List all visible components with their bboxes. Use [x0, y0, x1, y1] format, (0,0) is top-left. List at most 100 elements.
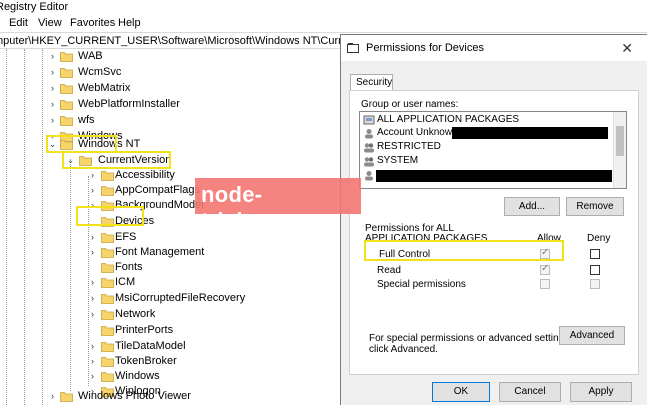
folder-icon — [60, 99, 73, 110]
folder-icon — [101, 356, 114, 367]
highlight-devices — [76, 206, 144, 226]
menu-edit[interactable]: Edit — [9, 17, 28, 29]
scroll-thumb[interactable] — [616, 126, 624, 156]
folder-icon — [101, 185, 114, 196]
tree-node[interactable]: › MsiCorruptedFileRecovery — [0, 291, 340, 307]
chevron-right-icon[interactable]: › — [48, 116, 57, 125]
folder-icon — [60, 51, 73, 62]
chevron-right-icon[interactable]: › — [88, 357, 97, 366]
tree-node-label: Network — [115, 308, 156, 320]
chevron-right-icon[interactable]: › — [48, 392, 57, 401]
cancel-button[interactable]: Cancel — [499, 382, 561, 402]
user-icon — [365, 129, 373, 139]
deny-special-checkbox[interactable] — [590, 279, 600, 289]
perm-read: Read — [377, 265, 401, 276]
chevron-right-icon[interactable]: › — [88, 278, 97, 287]
tree-node-label: AppCompatFlags — [115, 184, 200, 196]
special-text-line2: click Advanced. — [369, 344, 438, 355]
chevron-right-icon[interactable]: › — [88, 342, 97, 351]
watermark-text: node-tricks.com — [201, 182, 315, 233]
tree-node[interactable]: › wfs — [0, 113, 340, 129]
remove-button[interactable]: Remove — [566, 197, 624, 216]
user-list[interactable]: ALL APPLICATION PACKAGES Account Unknown… — [359, 111, 627, 189]
tree-node[interactable]: › Windows Photo Viewer — [0, 389, 340, 405]
tree-node-label: PrinterPorts — [115, 324, 174, 336]
deny-header: Deny — [587, 233, 611, 244]
chevron-right-icon[interactable]: › — [88, 372, 97, 381]
tree-node[interactable]: › Network — [0, 307, 340, 323]
advanced-button[interactable]: Advanced — [559, 326, 625, 345]
tree-node-label: TokenBroker — [115, 355, 177, 367]
tree-node[interactable]: Fonts — [0, 260, 340, 276]
tree-node-label: MsiCorruptedFileRecovery — [115, 292, 246, 304]
folder-icon — [101, 277, 114, 288]
ok-button[interactable]: OK — [432, 382, 490, 402]
user-icon — [365, 171, 373, 181]
chevron-right-icon[interactable]: › — [48, 52, 57, 61]
tree-node[interactable]: › TileDataModel — [0, 339, 340, 355]
highlight-full-control — [364, 240, 564, 261]
group-icon — [364, 143, 374, 153]
deny-read-checkbox[interactable] — [590, 265, 600, 275]
tree-node[interactable]: › WebPlatformInstaller — [0, 97, 340, 113]
folder-icon — [60, 115, 73, 126]
chevron-right-icon[interactable]: › — [88, 171, 97, 180]
folder-icon — [60, 67, 73, 78]
tree-node-label: WebPlatformInstaller — [78, 98, 180, 110]
window-title: Registry Editor — [0, 1, 69, 13]
folder-icon — [101, 341, 114, 352]
chevron-right-icon[interactable]: › — [88, 310, 97, 319]
allow-special-checkbox[interactable] — [540, 279, 550, 289]
redacted-block — [452, 127, 608, 139]
tree-node-label: Fonts — [115, 261, 143, 273]
menu-favorites[interactable]: Favorites — [70, 17, 115, 29]
folder-icon — [101, 262, 114, 273]
add-button[interactable]: Add... — [504, 197, 560, 216]
tree-node[interactable]: › Windows — [0, 369, 340, 385]
group-label: Group or user names: — [361, 99, 459, 110]
highlight-current-version — [62, 151, 171, 169]
tree-node-label: Windows — [115, 370, 160, 382]
chevron-right-icon[interactable]: › — [48, 68, 57, 77]
folder-icon — [101, 247, 114, 258]
folder-icon — [101, 309, 114, 320]
folder-icon — [101, 371, 114, 382]
tree-node[interactable]: › ICM — [0, 275, 340, 291]
allow-read-checkbox[interactable]: ✓ — [540, 263, 550, 275]
tree-node-label: Windows Photo Viewer — [78, 390, 191, 402]
folder-icon — [60, 83, 73, 94]
tree-node[interactable]: › Font Management — [0, 245, 340, 261]
menu-view[interactable]: View — [38, 17, 62, 29]
tree-node-label: WAB — [78, 50, 103, 62]
deny-full-control-checkbox[interactable] — [590, 249, 600, 259]
permissions-dialog: Permissions for Devices ✕ Security Group… — [340, 34, 647, 405]
chevron-right-icon[interactable]: › — [88, 248, 97, 257]
tree-node[interactable]: › WebMatrix — [0, 81, 340, 97]
chevron-right-icon[interactable]: › — [48, 84, 57, 93]
tree-node-label: Accessibility — [115, 169, 175, 181]
folder-icon — [347, 43, 359, 53]
menu-help[interactable]: Help — [118, 17, 141, 29]
dialog-title-bar: Permissions for Devices ✕ — [341, 35, 647, 61]
list-scrollbar[interactable] — [613, 112, 626, 188]
tree-node[interactable]: › WAB — [0, 49, 340, 65]
chevron-right-icon[interactable]: › — [88, 233, 97, 242]
tree-node-label: Font Management — [115, 246, 205, 258]
tree-node[interactable]: PrinterPorts — [0, 323, 340, 339]
chevron-right-icon[interactable]: › — [88, 294, 97, 303]
folder-icon — [60, 391, 73, 402]
group-icon — [364, 157, 374, 167]
menu-bar: Edit View Favorites Help — [0, 15, 647, 32]
tree-node-label: EFS — [115, 231, 137, 243]
tree-node[interactable]: › TokenBroker — [0, 354, 340, 370]
close-icon[interactable]: ✕ — [621, 40, 633, 57]
folder-icon — [101, 293, 114, 304]
tab-security[interactable]: Security — [350, 74, 393, 91]
tree-node-label: TileDataModel — [115, 340, 186, 352]
chevron-right-icon[interactable]: › — [88, 186, 97, 195]
chevron-right-icon[interactable]: › — [48, 100, 57, 109]
apply-button[interactable]: Apply — [570, 382, 632, 402]
special-text-line1: For special permissions or advanced sett… — [369, 333, 572, 344]
folder-icon — [101, 232, 114, 243]
tree-node[interactable]: › WcmSvc — [0, 65, 340, 81]
